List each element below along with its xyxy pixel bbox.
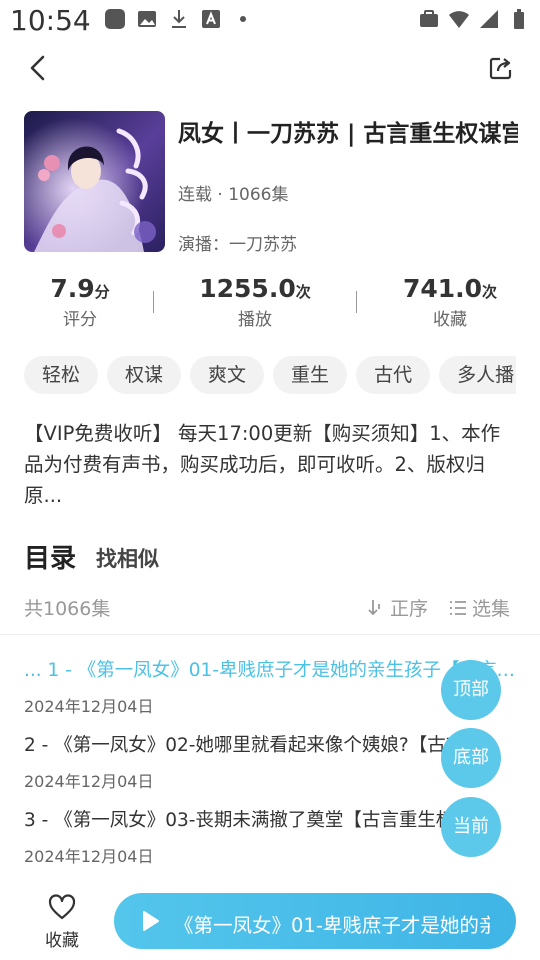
- stat-favorites: 741.0次 收藏: [370, 274, 530, 330]
- briefcase-icon: [420, 10, 438, 27]
- select-episodes-button[interactable]: 选集: [448, 594, 510, 621]
- tag-chip[interactable]: 多人播: [439, 356, 516, 394]
- stat-rating-value: 7.9: [50, 274, 95, 303]
- scroll-current-button[interactable]: 当前: [441, 797, 501, 857]
- stat-divider: [356, 291, 357, 313]
- stat-favorites-value: 741.0: [402, 274, 483, 303]
- album-cover[interactable]: [24, 111, 165, 252]
- stats-row: 7.9分 评分 1255.0次 播放 741.0次 收藏: [0, 274, 540, 334]
- tag-chip[interactable]: 爽文: [190, 356, 265, 394]
- sort-icon: [368, 599, 380, 615]
- scroll-bottom-button[interactable]: 底部: [441, 728, 501, 788]
- favorite-button[interactable]: 收藏: [40, 894, 84, 951]
- tag-chip[interactable]: 重生: [273, 356, 348, 394]
- tag-chip[interactable]: 权谋: [107, 356, 182, 394]
- sort-label: 正序: [390, 598, 429, 620]
- divider: [0, 634, 540, 635]
- play-icon[interactable]: [138, 910, 160, 932]
- status-time: 10:54: [10, 4, 91, 37]
- now-playing-title: 《第一凤女》01-卑贱庶子才是她的亲生孩子: [174, 914, 490, 937]
- wifi-icon: [449, 11, 469, 28]
- download-icon: [172, 10, 186, 28]
- list-icon: [450, 600, 466, 615]
- scroll-top-button[interactable]: 顶部: [441, 660, 501, 720]
- heart-icon: [48, 894, 76, 920]
- signal-icon: [480, 10, 498, 28]
- tag-list: 轻松 权谋 爽文 重生 古代 多人播: [24, 356, 516, 396]
- stat-favorites-label: 收藏: [433, 310, 467, 330]
- album-title: 凤女丨一刀苏苏 | 古言重生权谋宫斗: [178, 121, 518, 147]
- select-label: 选集: [472, 598, 511, 620]
- stat-rating: 7.9分 评分: [0, 274, 160, 330]
- stat-rating-label: 评分: [63, 310, 97, 330]
- tag-chip[interactable]: 轻松: [24, 356, 99, 394]
- stat-plays-label: 播放: [238, 310, 272, 330]
- album-status: 连载 · 1066集: [178, 185, 289, 205]
- favorite-label: 收藏: [45, 931, 79, 951]
- status-bar: 10:54: [0, 0, 540, 44]
- sort-button[interactable]: 正序: [366, 594, 428, 621]
- episode-date: 2024年12月04日: [24, 772, 154, 791]
- now-playing-bar[interactable]: 《第一凤女》01-卑贱庶子才是她的亲生孩子: [114, 893, 516, 949]
- tag-chip[interactable]: 古代: [356, 356, 431, 394]
- catalog-heading[interactable]: 目录: [24, 538, 76, 575]
- find-similar-tab[interactable]: 找相似: [96, 543, 159, 573]
- stat-plays-unit: 次: [295, 283, 311, 301]
- stat-rating-unit: 分: [94, 283, 110, 301]
- stat-plays-value: 1255.0: [199, 274, 296, 303]
- battery-icon: [514, 9, 524, 29]
- stat-plays: 1255.0次 播放: [175, 274, 335, 330]
- back-chevron-icon[interactable]: [26, 54, 52, 82]
- share-icon[interactable]: [488, 55, 514, 81]
- stat-divider: [153, 291, 154, 313]
- font-icon: [202, 10, 220, 28]
- album-description[interactable]: 【VIP免费收听】 每天17:00更新【购买须知】1、本作品为付费有声书，购买成…: [24, 418, 514, 511]
- image-icon: [138, 11, 156, 27]
- dot-icon: [240, 16, 246, 22]
- episode-count: 共1066集: [24, 598, 111, 620]
- stat-favorites-unit: 次: [482, 283, 498, 301]
- stop-square-icon: [105, 9, 125, 29]
- album-cover-art: [24, 111, 165, 252]
- album-narrator[interactable]: 演播：一刀苏苏: [178, 230, 297, 255]
- episode-date: 2024年12月04日: [24, 847, 154, 866]
